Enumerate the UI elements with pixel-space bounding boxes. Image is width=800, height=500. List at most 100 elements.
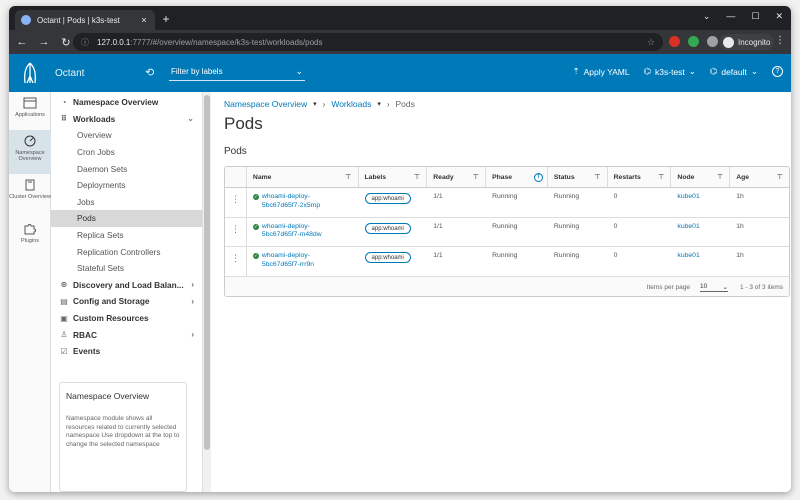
extension-green-icon[interactable] xyxy=(688,36,699,47)
column-header-restarts[interactable]: Restarts ⊤ xyxy=(608,167,672,187)
pod-name-link[interactable]: whoami-deploy- 5bc67d65f7-rrr9n xyxy=(262,252,314,269)
sidebar-item-label: Namespace Overview xyxy=(73,97,159,108)
sidebar-item-rbac[interactable]: ♙ RBAC › xyxy=(51,326,202,343)
row-actions-icon[interactable]: ⋮ xyxy=(225,188,247,217)
minimize-button[interactable]: — xyxy=(726,11,735,22)
column-label: Ready xyxy=(433,173,454,181)
module-rail: Applications Namespace Overview Cluster … xyxy=(9,92,51,492)
column-header-status[interactable]: Status ⊤ xyxy=(548,167,608,187)
browser-menu-icon[interactable]: ⋮ xyxy=(775,35,785,46)
rail-item-cluster-overview[interactable]: Cluster Overview xyxy=(9,174,51,218)
sidebar-item-label: Events xyxy=(73,346,101,357)
node-link[interactable]: kube01 xyxy=(677,252,699,259)
status-cell: Running xyxy=(553,252,580,260)
table-footer: Items per page 10 ⌄ 1 - 3 of 3 items xyxy=(225,276,789,296)
sidebar-item-config-storage[interactable]: ▤ Config and Storage › xyxy=(51,293,202,310)
column-header-node[interactable]: Node ⊤ xyxy=(671,167,731,187)
node-link[interactable]: kube01 xyxy=(677,223,699,230)
status-ok-icon: ✓ xyxy=(252,253,259,260)
filter-icon[interactable]: ⊤ xyxy=(717,173,723,181)
apply-yaml-button[interactable]: ⇡ Apply YAML xyxy=(572,66,629,77)
new-tab-button[interactable]: + xyxy=(159,12,173,26)
context-icon: ⌬ xyxy=(643,66,652,76)
filter-icon[interactable]: ⊤ xyxy=(414,173,420,181)
tab-close-icon[interactable]: × xyxy=(139,15,149,25)
sidebar-item-daemon-sets[interactable]: Daemon Sets xyxy=(51,160,202,177)
sidebar-item-workloads[interactable]: ⠿ Workloads ⌄ xyxy=(51,111,202,128)
label-badge[interactable]: app:whoami xyxy=(364,222,411,234)
sidebar-item-stateful-sets[interactable]: Stateful Sets xyxy=(51,260,202,277)
sidebar-item-deployments[interactable]: Deployments xyxy=(51,177,202,194)
namespace-label: default xyxy=(721,66,747,77)
caret-down-icon[interactable]: ▾ xyxy=(377,100,381,108)
forward-icon[interactable]: → xyxy=(35,36,53,48)
column-header-age[interactable]: Age ⊤ xyxy=(730,167,789,187)
pod-name-link[interactable]: whoami-deploy- 5bc67d65f7-m48dw xyxy=(262,223,322,240)
sidebar-item-namespace-overview[interactable]: ◔ Namespace Overview xyxy=(51,94,202,111)
pod-name-cell: ✓ whoami-deploy- 5bc67d65f7-2x5mp xyxy=(247,188,359,217)
label-filter-dropdown[interactable]: Filter by labels ⌄ xyxy=(169,65,305,81)
row-actions-icon[interactable]: ⋮ xyxy=(225,217,247,247)
row-actions-icon[interactable]: ⋮ xyxy=(225,247,247,276)
table-row: ⋮ ✓ whoami-deploy- 5bc67d65f7-2x5mp app:w… xyxy=(225,188,789,218)
context-selector[interactable]: ⌬ k3s-test ⌄ xyxy=(644,66,696,77)
browser-tab[interactable]: Octant | Pods | k3s-test × xyxy=(15,10,155,30)
filter-icon[interactable]: ⊤ xyxy=(594,173,600,181)
rail-item-plugins[interactable]: Plugins xyxy=(9,218,51,256)
scrollbar-thumb[interactable] xyxy=(204,95,210,450)
pod-name-link[interactable]: whoami-deploy- 5bc67d65f7-2x5mp xyxy=(262,193,320,210)
sidebar-item-discovery[interactable]: ⊛ Discovery and Load Balan... › xyxy=(51,277,202,294)
filter-active-icon[interactable]: ⊤ xyxy=(533,172,543,182)
sidebar-item-replica-sets[interactable]: Replica Sets xyxy=(51,227,202,244)
sidebar-item-overview[interactable]: Overview xyxy=(51,127,202,144)
address-bar[interactable]: ⓘ 127.0.0.1:7777/#/overview/namespace/k3… xyxy=(73,33,663,51)
column-header-phase[interactable]: Phase ⊤ xyxy=(486,167,548,187)
caret-down-icon[interactable]: ▾ xyxy=(313,100,317,108)
items-per-page-select[interactable]: 10 ⌄ xyxy=(700,283,728,292)
label-badge[interactable]: app:whoami xyxy=(364,193,411,204)
bookmark-star-icon[interactable]: ☆ xyxy=(647,37,655,48)
sidebar-item-jobs[interactable]: Jobs xyxy=(51,194,202,211)
incognito-label: Incognito xyxy=(738,37,771,47)
sidebar-scrollbar[interactable] xyxy=(203,92,211,492)
pods-table: Name ⊤ Labels ⊤ Ready ⊤ Phase ⊤ Status ⊤ Rest… xyxy=(224,166,790,297)
chevron-right-icon: › xyxy=(191,330,194,340)
chevron-down-icon: ⌄ xyxy=(750,66,758,76)
file-icon: ▣ xyxy=(60,313,68,323)
tab-search-icon[interactable]: ⌄ xyxy=(703,11,711,22)
restarts-cell: 0 xyxy=(613,222,618,230)
extensions xyxy=(669,36,718,47)
sidebar-item-custom-resources[interactable]: ▣ Custom Resources xyxy=(51,310,202,327)
breadcrumb-namespace-overview[interactable]: Namespace Overview xyxy=(224,99,307,109)
octant-logo-icon[interactable] xyxy=(21,62,39,84)
sidebar-item-events[interactable]: ☑ Events xyxy=(51,343,202,360)
sidebar-item-replication-controllers[interactable]: Replication Controllers xyxy=(51,243,202,260)
site-info-icon[interactable]: ⓘ xyxy=(81,37,89,48)
filter-icon[interactable]: ⊤ xyxy=(473,173,479,181)
sidebar-item-cron-jobs[interactable]: Cron Jobs xyxy=(51,144,202,161)
column-header-labels[interactable]: Labels ⊤ xyxy=(359,167,428,187)
status-cell: Running xyxy=(553,222,580,230)
rail-item-namespace-overview[interactable]: Namespace Overview xyxy=(9,130,51,174)
close-window-button[interactable]: ✕ xyxy=(775,11,783,22)
label-badge[interactable]: app:whoami xyxy=(364,252,411,264)
help-icon[interactable]: ? xyxy=(772,66,783,77)
rail-item-applications[interactable]: Applications xyxy=(9,92,51,130)
row-actions-header xyxy=(225,167,247,187)
breadcrumb-workloads[interactable]: Workloads xyxy=(331,99,371,109)
column-header-name[interactable]: Name ⊤ xyxy=(247,167,359,187)
filter-icon[interactable]: ⊤ xyxy=(658,173,664,181)
history-icon[interactable]: ⟲ xyxy=(145,66,154,79)
extensions-puzzle-icon[interactable] xyxy=(707,36,718,47)
back-icon[interactable]: ← xyxy=(13,36,31,48)
column-header-ready[interactable]: Ready ⊤ xyxy=(427,167,487,187)
sidebar-item-pods[interactable]: Pods xyxy=(51,210,202,227)
filter-icon[interactable]: ⊤ xyxy=(345,173,351,181)
namespace-selector[interactable]: ⌬ default ⌄ xyxy=(710,66,758,77)
extension-red-icon[interactable] xyxy=(669,36,680,47)
filter-icon[interactable]: ⊤ xyxy=(777,173,783,181)
chevron-down-icon: ⌄ xyxy=(187,114,194,124)
maximize-button[interactable]: ☐ xyxy=(751,11,759,22)
node-link[interactable]: kube01 xyxy=(677,193,699,200)
incognito-badge[interactable]: Incognito xyxy=(719,34,775,50)
